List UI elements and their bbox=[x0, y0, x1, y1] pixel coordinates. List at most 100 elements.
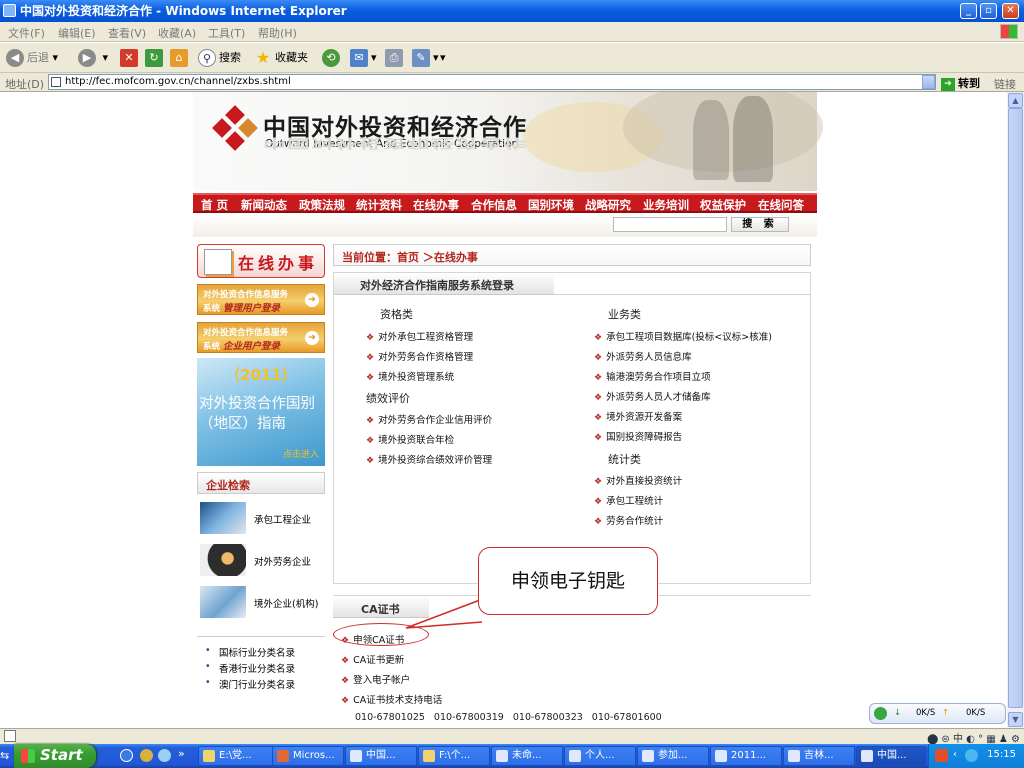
maximize-button[interactable]: ▫ bbox=[980, 3, 997, 19]
category-macau[interactable]: 澳门行业分类名录 bbox=[205, 677, 295, 691]
nav-news[interactable]: 新闻动态 bbox=[241, 197, 287, 213]
links-button[interactable]: 链接 bbox=[994, 76, 1016, 92]
go-button[interactable]: ➔ 转到 bbox=[941, 75, 980, 91]
task-word-1[interactable]: 个人... bbox=[564, 746, 636, 766]
link-labor-credit[interactable]: ❖ 对外劳务合作企业信用评价 bbox=[366, 412, 492, 426]
site-search-input[interactable] bbox=[613, 217, 727, 232]
task-ie-1[interactable]: 中国... bbox=[345, 746, 417, 766]
history-button[interactable]: ⟲ bbox=[322, 49, 343, 67]
enterprise-item-labor[interactable]: 对外劳务企业 bbox=[200, 544, 324, 578]
task-explorer-1[interactable]: E:\党... bbox=[198, 746, 276, 766]
task-word-2[interactable]: 参加... bbox=[637, 746, 709, 766]
manager-login-button[interactable]: 对外投资合作信息服务 系统 管理用户登录 ➔ bbox=[197, 284, 325, 315]
left-sidebar: 在线办事 对外投资合作信息服务 系统 管理用户登录 ➔ 对外投资合作信息服务 系… bbox=[197, 244, 325, 724]
quicklaunch-ie-icon[interactable] bbox=[120, 749, 133, 762]
link-e-account-login[interactable]: ❖ 登入电子帐户 bbox=[341, 672, 410, 686]
edit-button[interactable]: ✎ ▾ bbox=[412, 49, 439, 67]
scroll-down-button[interactable]: ▼ bbox=[1008, 712, 1023, 727]
address-input[interactable]: http://fec.mofcom.gov.cn/channel/zxbs.sh… bbox=[48, 74, 936, 90]
scroll-up-button[interactable]: ▲ bbox=[1008, 93, 1023, 108]
enterprise-login-button[interactable]: 对外投资合作信息服务 系统 企业用户登录 ➔ bbox=[197, 322, 325, 353]
link-performance-evaluation[interactable]: ❖ 境外投资综合绩效评价管理 bbox=[366, 452, 492, 466]
link-barrier-report[interactable]: ❖ 国别投资障碍报告 bbox=[594, 429, 682, 443]
site-search-button[interactable]: 搜 索 bbox=[731, 217, 789, 232]
quicklaunch-more-icon[interactable]: » bbox=[178, 747, 185, 760]
category-gb[interactable]: 国标行业分类名录 bbox=[205, 645, 295, 659]
mail-button[interactable]: ✉ ▾ bbox=[350, 49, 377, 67]
menu-edit[interactable]: 编辑(E) bbox=[58, 25, 96, 41]
close-button[interactable]: ✕ bbox=[1002, 3, 1019, 19]
link-labor-database[interactable]: ❖ 外派劳务人员信息库 bbox=[594, 349, 692, 363]
nav-country-environment[interactable]: 国别环境 bbox=[528, 197, 574, 213]
quicklaunch-media-icon[interactable] bbox=[158, 749, 171, 762]
task-paint[interactable]: 未命... bbox=[491, 746, 563, 766]
enterprise-item-overseas[interactable]: 境外企业(机构) bbox=[200, 586, 324, 620]
print-button[interactable]: ⎙ bbox=[385, 49, 406, 67]
menu-file[interactable]: 文件(F) bbox=[8, 25, 45, 41]
menu-tools[interactable]: 工具(T) bbox=[208, 25, 245, 41]
section-performance: 绩效评价 bbox=[366, 392, 410, 405]
nav-qa[interactable]: 在线问答 bbox=[758, 197, 804, 213]
link-renew-ca[interactable]: ❖ CA证书更新 bbox=[341, 652, 404, 666]
menu-favorites[interactable]: 收藏(A) bbox=[158, 25, 196, 41]
link-talent-reserve[interactable]: ❖ 外派劳务人员人才储备库 bbox=[594, 389, 711, 403]
stop-button[interactable]: ✕ bbox=[120, 49, 141, 67]
home-button[interactable]: ⌂ bbox=[170, 49, 191, 67]
category-hk[interactable]: 香港行业分类名录 bbox=[205, 661, 295, 675]
nav-training[interactable]: 业务培训 bbox=[643, 197, 689, 213]
tray-app-icon[interactable] bbox=[935, 749, 948, 762]
link-project-database[interactable]: ❖ 承包工程项目数据库(投标<议标>核准) bbox=[594, 329, 772, 343]
nav-statistics[interactable]: 统计资料 bbox=[356, 197, 402, 213]
link-labor-statistics[interactable]: ❖ 劳务合作统计 bbox=[594, 513, 663, 527]
address-label: 地址(D) bbox=[5, 78, 45, 91]
link-hk-macau-project[interactable]: ❖ 输港澳劳务合作项目立项 bbox=[594, 369, 711, 383]
task-word-4[interactable]: 吉林... bbox=[783, 746, 855, 766]
country-guide-banner[interactable]: （2011） 对外投资合作国别 （地区）指南 点击进入 bbox=[197, 358, 325, 466]
scrollbar-thumb[interactable] bbox=[1008, 108, 1023, 708]
task-explorer-2[interactable]: F:\个... bbox=[418, 746, 490, 766]
link-fdi-statistics[interactable]: ❖ 对外直接投资统计 bbox=[594, 473, 682, 487]
window-title: 中国对外投资和经济合作 - Windows Internet Explorer bbox=[20, 4, 347, 18]
word-icon bbox=[569, 750, 581, 762]
search-button[interactable]: ⚲ 搜索 bbox=[198, 49, 241, 67]
window-title-bar[interactable]: 中国对外投资和经济合作 - Windows Internet Explorer … bbox=[0, 0, 1024, 22]
nav-strategy[interactable]: 战略研究 bbox=[585, 197, 631, 213]
nav-home[interactable]: 首 页 bbox=[201, 197, 228, 213]
link-ca-support[interactable]: ❖ CA证书技术支持电话 bbox=[341, 692, 442, 706]
nav-policy[interactable]: 政策法规 bbox=[299, 197, 345, 213]
more-button[interactable]: ▾ bbox=[440, 49, 446, 67]
link-labor-qualification[interactable]: ❖ 对外劳务合作资格管理 bbox=[366, 349, 473, 363]
nav-rights[interactable]: 权益保护 bbox=[700, 197, 746, 213]
bullet-icon: ❖ bbox=[594, 477, 603, 487]
address-dropdown-button[interactable] bbox=[922, 75, 935, 89]
bullet-icon: ❖ bbox=[341, 676, 350, 686]
task-word-3[interactable]: 2011... bbox=[710, 746, 782, 766]
link-resource-filing[interactable]: ❖ 境外资源开发备案 bbox=[594, 409, 682, 423]
link-overseas-investment[interactable]: ❖ 境外投资管理系统 bbox=[366, 369, 454, 383]
forward-button[interactable]: ▶ ▾ bbox=[78, 49, 108, 67]
guide-more-link[interactable]: 点击进入 bbox=[283, 447, 319, 460]
nav-cooperation-info[interactable]: 合作信息 bbox=[471, 197, 517, 213]
favorites-button[interactable]: ★ 收藏夹 bbox=[254, 49, 308, 67]
quicklaunch-app-icon[interactable] bbox=[140, 749, 153, 762]
nav-online-services[interactable]: 在线办事 bbox=[413, 197, 459, 213]
tray-network-icon[interactable] bbox=[965, 749, 978, 762]
worker-image bbox=[200, 544, 246, 576]
link-contracting-qualification[interactable]: ❖ 对外承包工程资格管理 bbox=[366, 329, 473, 343]
section-statistics: 统计类 bbox=[608, 453, 641, 466]
minimize-button[interactable]: _ bbox=[960, 3, 977, 19]
task-ie-2-active[interactable]: 中国... bbox=[856, 746, 926, 766]
back-button[interactable]: ◀ 后退 ▾ bbox=[6, 49, 58, 67]
menu-help[interactable]: 帮助(H) bbox=[258, 25, 297, 41]
bullet-icon: ❖ bbox=[366, 373, 375, 383]
refresh-button[interactable]: ↻ bbox=[145, 49, 166, 67]
start-button[interactable]: Start bbox=[14, 744, 96, 768]
highlight-ellipse bbox=[333, 623, 429, 646]
menu-view[interactable]: 查看(V) bbox=[108, 25, 146, 41]
link-annual-inspection[interactable]: ❖ 境外投资联合年检 bbox=[366, 432, 454, 446]
network-speed-widget[interactable]: ↓ 0K/S ↑ 0K/S bbox=[869, 703, 1006, 724]
enterprise-item-contracting[interactable]: 承包工程企业 bbox=[200, 502, 324, 536]
tray-expand-icon[interactable]: ‹ bbox=[953, 749, 957, 760]
task-powerpoint[interactable]: Micros... bbox=[272, 746, 344, 766]
link-contracting-statistics[interactable]: ❖ 承包工程统计 bbox=[594, 493, 663, 507]
